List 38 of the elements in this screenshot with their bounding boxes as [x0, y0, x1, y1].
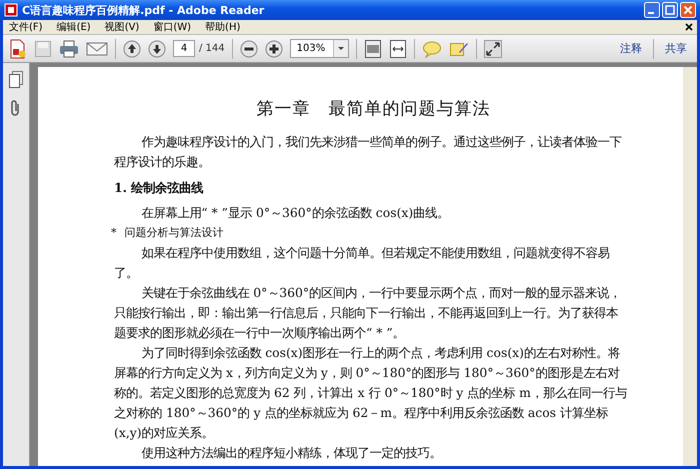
print-icon[interactable]	[59, 40, 79, 58]
create-pdf-icon[interactable]	[9, 38, 27, 58]
page-total: / 144	[199, 43, 225, 54]
menu-item[interactable]: 视图(V)	[104, 20, 140, 34]
pdf-document-icon	[4, 3, 18, 17]
caret-icon[interactable]	[333, 40, 348, 57]
fit-page-icon[interactable]	[364, 38, 382, 58]
pages-icon[interactable]	[8, 71, 24, 89]
email-icon[interactable]	[86, 40, 108, 56]
chapter-title: 第一章 最简单的问题与算法	[256, 98, 492, 120]
menu-item[interactable]: 窗口(W)	[153, 20, 192, 34]
section-heading: 1. 绘制余弦曲线	[114, 180, 204, 197]
paragraph: 作为趣味程序设计的入门，我们先来涉猎一些简单的例子。通过这些例子，让读者体验一下程序设计的乐趣。	[114, 133, 622, 171]
close-icon[interactable]	[685, 23, 693, 31]
window-title: C语言趣味程序百例精解.pdf - Adobe Reader	[22, 2, 264, 18]
scrollbar[interactable]	[683, 67, 697, 466]
panel-button[interactable]: 共享	[661, 39, 691, 58]
paragraph: 如果在程序中使用数组，这个问题十分简单。但若规定不能使用数组，问题就变得不容易了。	[114, 244, 610, 282]
previous-page-icon[interactable]	[123, 40, 141, 58]
zoom-out-icon[interactable]	[240, 40, 258, 58]
bullet-marker: *	[111, 225, 116, 241]
full-screen-icon[interactable]	[484, 40, 502, 58]
paragraph: 使用这种方法编出的程序短小精练，体现了一定的技巧。	[140, 444, 442, 462]
panel-button[interactable]: 注释	[616, 39, 646, 58]
paragraph: 在屏幕上用“ * ”显示 0°～360°的余弦函数 cos(x)曲线。	[140, 204, 450, 222]
paragraph: 为了同时得到余弦函数 cos(x)图形在一行上的两个点，考虑利用 cos(x)的左右对称性。将屏幕的行方向定义为 x，列方向定义为 y，则 0°～180°的图形与 180°～360°的图形是左右对称的。若定义图形的总宽度为 62 列，计算出 x 行 0°～180°时 y 点的坐标 m，那么在同一行与之对称的 180°～360°的 y 点的坐标就应为 62－m。程序中利用反余弦函数 acos 计算坐标(x,y)的对应关系。	[114, 344, 628, 442]
menu-item[interactable]: 编辑(E)	[56, 20, 91, 34]
zoom-in-icon[interactable]	[264, 40, 283, 58]
paragraph: 关键在于余弦曲线在 0°～360°的区间内，一行中要显示两个点，而对一般的显示器来说，只能按行输出，即：输出第一行信息后，只能向下一行输出，不能再返回到上一行。为了获得本题要求的图形就必须在一行中一次顺序输出两个“ * ”。	[114, 284, 622, 342]
maximize-icon[interactable]	[662, 2, 678, 18]
zoom-dropdown[interactable]: 103%	[290, 39, 350, 58]
minimize-icon[interactable]	[644, 2, 660, 18]
fit-width-icon[interactable]	[389, 38, 408, 58]
next-page-icon[interactable]	[148, 40, 166, 58]
subsection-heading: 问题分析与算法设计	[124, 225, 224, 241]
menu-item[interactable]: 帮助(H)	[205, 20, 240, 34]
page-number-field[interactable]: 4	[173, 40, 195, 57]
menu-item[interactable]: 文件(F)	[9, 20, 43, 34]
